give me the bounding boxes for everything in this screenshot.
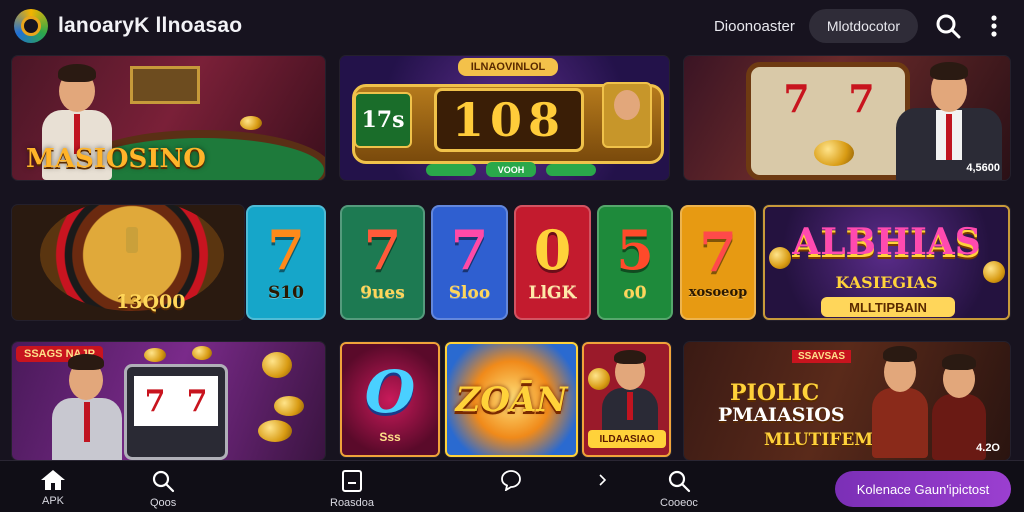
tile-title: MASIOSINO [26, 144, 206, 174]
reel-symbol: 7 [186, 383, 208, 419]
nav-label: Roasdoa [330, 497, 375, 509]
nav-item-search[interactable]: Qoos [150, 469, 176, 509]
nav-item-notes[interactable]: Roasdoa [330, 469, 374, 509]
tile-title: ALBHIAS [792, 221, 981, 263]
game-tile-o[interactable]: O Sss [340, 342, 440, 457]
tile-badge: SSAVSAS [792, 350, 852, 363]
corner-badge: 4.2O [976, 442, 1000, 454]
game-tile-slot-machine[interactable]: 77 4,5600 [684, 56, 1010, 180]
nav-label: Qoos [150, 497, 177, 509]
corner-badge: 4,5600 [966, 162, 1000, 174]
side-display: 17s [354, 92, 412, 148]
card-symbol: 0 [533, 217, 572, 282]
search-icon [153, 470, 175, 493]
game-tile-promo[interactable]: SSAVSAS PIOLIC PMAIASIOS MLUTIFEMUNM 4.2… [684, 342, 1010, 460]
game-card-zero[interactable]: 0 LlGK [514, 205, 591, 320]
card-label: o0 [623, 282, 647, 303]
card-symbol: 7 [267, 217, 305, 282]
promo-line-1: PIOLIC [730, 380, 820, 406]
banner-label: ILNAOVINLOL [458, 58, 558, 76]
game-card-seven[interactable]: 7 S10 [246, 205, 326, 320]
card-symbol: 7 [450, 217, 489, 282]
game-grid: MASIOSINO ILNAOVINLOL 17s 108 VOOH 77 4,… [0, 0, 1024, 460]
nav-label: Cooeoc [660, 497, 698, 509]
nav-item-home[interactable]: APK [40, 469, 66, 507]
reel-symbol: 7 [848, 76, 875, 121]
card-symbol: 5 [616, 217, 654, 282]
game-tile-alphas[interactable]: ALBHIAS KASIEGIAS MLLTIPBAIN [763, 205, 1010, 320]
tile-plate: MLLTIPBAIN [821, 297, 955, 317]
chevron-right-icon [599, 474, 607, 486]
reel-symbol: 7 [144, 383, 166, 419]
card-symbol: 7 [363, 217, 402, 282]
card-label: LlGK [528, 282, 577, 303]
game-tile-table[interactable]: MASIOSINO [12, 56, 325, 180]
tile-label: Sss [379, 430, 401, 444]
nav-item-chat[interactable] [500, 469, 522, 491]
game-card-seven[interactable]: 7 Sloo [431, 205, 508, 320]
reel-digits: 108 [434, 88, 584, 152]
game-tile-coins-slot[interactable]: SSAGS NAJP 77 [12, 342, 325, 460]
game-tile-slot-counter[interactable]: ILNAOVINLOL 17s 108 VOOH [340, 56, 669, 180]
nav-item-next[interactable] [596, 469, 610, 491]
cta-button[interactable]: Kolenace Gaun'ipictost [835, 471, 1011, 507]
chat-icon [501, 470, 521, 491]
tile-title: ZOĀN [455, 380, 568, 420]
tile-symbol: O [364, 358, 416, 426]
search-icon [668, 470, 691, 493]
home-icon [41, 470, 65, 490]
card-label: Sloo [448, 282, 491, 303]
tile-subtitle: KASIEGIAS [835, 273, 938, 292]
game-tile-roulette[interactable]: 13Q00 [12, 205, 244, 320]
nav-item-search-2[interactable]: Cooeoc [660, 469, 698, 509]
card-symbol: 7 [699, 220, 737, 284]
game-card-seven[interactable]: 7 xosoeop [680, 205, 756, 320]
game-tile-zoan[interactable]: ZOĀN [445, 342, 578, 457]
promo-line-2: PMAIASIOS [718, 404, 845, 426]
tile-plate: ILDAASIAO [588, 430, 666, 448]
game-tile-portrait[interactable]: ILDAASIAO [582, 342, 671, 457]
game-card-seven[interactable]: 7 9ues [340, 205, 425, 320]
card-label: 9ues [360, 282, 405, 303]
plate-label: VOOH [486, 162, 536, 177]
card-label: S10 [268, 282, 304, 303]
note-icon [342, 470, 363, 492]
card-label: xosoeop [688, 285, 748, 300]
game-card-five[interactable]: 5 o0 [597, 205, 673, 320]
reel-symbol: 7 [783, 76, 810, 121]
nav-label: APK [41, 495, 64, 507]
roulette-value: 13Q00 [116, 291, 186, 313]
